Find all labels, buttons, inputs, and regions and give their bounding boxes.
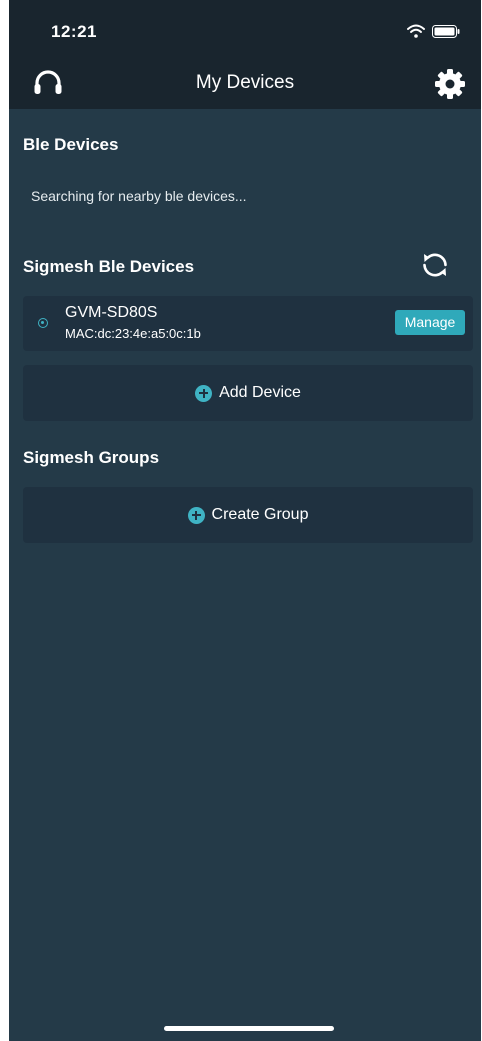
ble-search-status: Searching for nearby ble devices... — [31, 188, 247, 204]
device-row[interactable]: GVM-SD80S MAC:dc:23:4e:a5:0c:1b Manage — [23, 296, 473, 351]
device-mac: MAC:dc:23:4e:a5:0c:1b — [65, 326, 201, 341]
manage-button[interactable]: Manage — [395, 310, 465, 335]
gear-icon[interactable] — [433, 67, 467, 101]
device-name: GVM-SD80S — [65, 304, 158, 321]
refresh-icon[interactable] — [420, 250, 450, 280]
plus-circle-icon — [187, 506, 205, 524]
page-title: My Devices — [195, 72, 295, 93]
add-device-button[interactable]: Add Device — [23, 365, 473, 421]
add-device-label: Add Device — [219, 384, 301, 401]
create-group-button[interactable]: Create Group — [23, 487, 473, 543]
top-bar: 12:21 My Devices — [9, 0, 481, 109]
sigmesh-groups-heading: Sigmesh Groups — [23, 448, 160, 467]
status-time: 12:21 — [51, 22, 97, 41]
home-indicator — [164, 1026, 334, 1031]
wifi-icon — [407, 24, 425, 38]
plus-circle-icon — [195, 384, 213, 402]
app-screen: 12:21 My Devices Ble Devices Searching f… — [9, 0, 481, 1041]
device-status-indicator — [38, 318, 48, 328]
create-group-label: Create Group — [211, 506, 309, 523]
ble-devices-heading: Ble Devices — [23, 135, 119, 154]
battery-icon — [432, 25, 460, 38]
sigmesh-devices-heading: Sigmesh Ble Devices — [23, 257, 195, 276]
